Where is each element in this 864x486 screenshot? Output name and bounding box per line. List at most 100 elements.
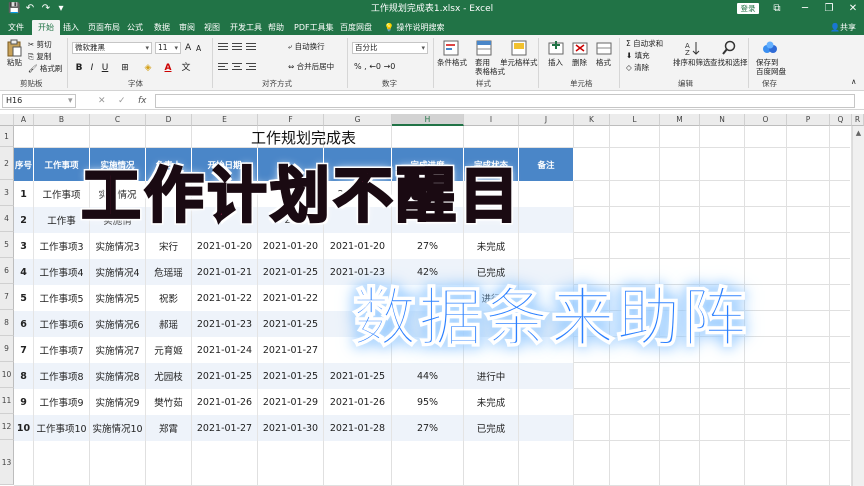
table-cell[interactable]: 实施情况4	[90, 259, 146, 285]
phonetic-icon[interactable]: 文	[180, 62, 192, 74]
table-cell[interactable]: 27%	[392, 415, 464, 441]
font-color-icon[interactable]: A	[162, 62, 174, 74]
column-header-c[interactable]: C	[90, 114, 146, 126]
clipboard-icon[interactable]	[6, 39, 22, 57]
table-cell[interactable]: 郑霄	[146, 415, 192, 441]
clear-button[interactable]: ◇ 清除	[626, 63, 649, 73]
name-box[interactable]: H16	[2, 94, 76, 108]
insert-cells-icon[interactable]	[548, 40, 564, 56]
collapse-ribbon-icon[interactable]: ∧	[851, 77, 857, 87]
column-header-k[interactable]: K	[574, 114, 610, 126]
delete-cells-icon[interactable]	[572, 40, 588, 56]
row-header-8[interactable]: 8	[0, 310, 14, 336]
ribbon-display-options-icon[interactable]: ⧉	[770, 2, 784, 16]
table-cell[interactable]: 工作事项7	[34, 337, 90, 363]
row-header-2[interactable]: 2	[0, 147, 14, 180]
font-size-select[interactable]: 11	[155, 42, 181, 54]
cut-button[interactable]: ✂ 剪切	[28, 40, 52, 50]
undo-icon[interactable]: ↶	[24, 2, 36, 16]
table-cell[interactable]: 樊竹茹	[146, 389, 192, 415]
table-cell[interactable]: 2021-01-26	[324, 389, 392, 415]
table-cell[interactable]: 实施情况6	[90, 311, 146, 337]
table-cell[interactable]: 工作事项5	[34, 285, 90, 311]
autosum-button[interactable]: Σ 自动求和	[626, 39, 663, 49]
table-cell[interactable]: 2021-01-25	[258, 363, 324, 389]
table-cell[interactable]: 5	[14, 285, 34, 311]
tab-formulas[interactable]: 公式	[127, 20, 143, 35]
column-header-g[interactable]: G	[324, 114, 392, 126]
table-cell[interactable]: 2021-01-22	[258, 285, 324, 311]
column-header-p[interactable]: P	[787, 114, 830, 126]
table-cell[interactable]: 6	[14, 311, 34, 337]
formula-input[interactable]	[155, 94, 855, 108]
share-button[interactable]: 👤共享	[830, 20, 856, 35]
insert-cells-button[interactable]: 插入	[548, 58, 563, 68]
format-painter-button[interactable]: 🖌 格式刷	[28, 64, 62, 74]
delete-cells-button[interactable]: 删除	[572, 58, 587, 68]
column-header-f[interactable]: F	[258, 114, 324, 126]
tab-view[interactable]: 视图	[204, 20, 220, 35]
table-cell[interactable]: 44%	[392, 363, 464, 389]
search-icon[interactable]	[721, 40, 737, 56]
copy-button[interactable]: ⎘ 复制	[28, 52, 51, 62]
paste-button[interactable]: 粘贴	[7, 58, 22, 68]
table-cell[interactable]: 已完成	[464, 415, 519, 441]
row-header-13[interactable]: 13	[0, 440, 14, 485]
table-cell[interactable]: 2021-01-30	[258, 415, 324, 441]
column-header-m[interactable]: M	[660, 114, 700, 126]
merge-center-button[interactable]: ⇔ 合并后居中	[288, 62, 334, 72]
row-header-7[interactable]: 7	[0, 284, 14, 310]
row-header-10[interactable]: 10	[0, 362, 14, 388]
table-cell[interactable]: 9	[14, 389, 34, 415]
table-cell[interactable]: 进行中	[464, 363, 519, 389]
enter-icon[interactable]: ✓	[118, 94, 126, 108]
select-all-corner[interactable]	[0, 114, 14, 126]
table-cell[interactable]: 郝瑶	[146, 311, 192, 337]
alignment-icons[interactable]	[218, 41, 278, 77]
number-format-select[interactable]: 百分比	[352, 42, 428, 54]
baidu-netdisk-icon[interactable]	[762, 40, 778, 56]
table-cell[interactable]: 工作事项6	[34, 311, 90, 337]
table-format-icon[interactable]	[476, 40, 492, 56]
row-header-9[interactable]: 9	[0, 336, 14, 362]
minimize-button[interactable]: ─	[798, 2, 812, 16]
table-cell[interactable]: 95%	[392, 389, 464, 415]
row-header-6[interactable]: 6	[0, 258, 14, 284]
column-header-a[interactable]: A	[14, 114, 34, 126]
table-cell[interactable]	[519, 389, 574, 415]
tab-help[interactable]: 帮助	[268, 20, 284, 35]
tab-review[interactable]: 审阅	[179, 20, 195, 35]
table-cell[interactable]: 尤园枝	[146, 363, 192, 389]
table-cell[interactable]: 实施情况10	[90, 415, 146, 441]
row-header-1[interactable]: 1	[0, 126, 14, 147]
chevron-down-icon[interactable]: ▾	[68, 94, 73, 108]
grow-font-icon[interactable]: A	[185, 43, 191, 53]
column-header-j[interactable]: J	[519, 114, 574, 126]
table-cell[interactable]: 8	[14, 363, 34, 389]
table-cell[interactable]: 7	[14, 337, 34, 363]
customize-quick-access-icon[interactable]: ▾	[56, 2, 66, 16]
table-cell[interactable]: 工作事项8	[34, 363, 90, 389]
column-header-d[interactable]: D	[146, 114, 192, 126]
redo-icon[interactable]: ↷	[40, 2, 52, 16]
table-cell[interactable]	[519, 363, 574, 389]
tell-me-search[interactable]: 💡 操作说明搜索	[384, 20, 445, 35]
cell-style-icon[interactable]	[511, 40, 527, 56]
table-cell[interactable]: 工作事项4	[34, 259, 90, 285]
tab-file[interactable]: 文件	[8, 20, 24, 35]
table-cell[interactable]	[519, 415, 574, 441]
table-cell[interactable]: 未完成	[464, 389, 519, 415]
column-header-i[interactable]: I	[464, 114, 519, 126]
fill-color-icon[interactable]: ◈	[142, 62, 154, 74]
table-cell[interactable]: 危瑶瑶	[146, 259, 192, 285]
row-header-4[interactable]: 4	[0, 206, 14, 232]
column-header-e[interactable]: E	[192, 114, 258, 126]
format-cells-button[interactable]: 格式	[596, 58, 611, 68]
wrap-text-button[interactable]: ⤶ 自动换行	[288, 42, 325, 52]
row-header-12[interactable]: 12	[0, 414, 14, 440]
table-cell[interactable]: 2021-01-25	[324, 363, 392, 389]
table-cell[interactable]: 10	[14, 415, 34, 441]
table-cell[interactable]: 实施情况5	[90, 285, 146, 311]
column-header-b[interactable]: B	[34, 114, 90, 126]
login-button[interactable]: 登录	[737, 3, 759, 14]
